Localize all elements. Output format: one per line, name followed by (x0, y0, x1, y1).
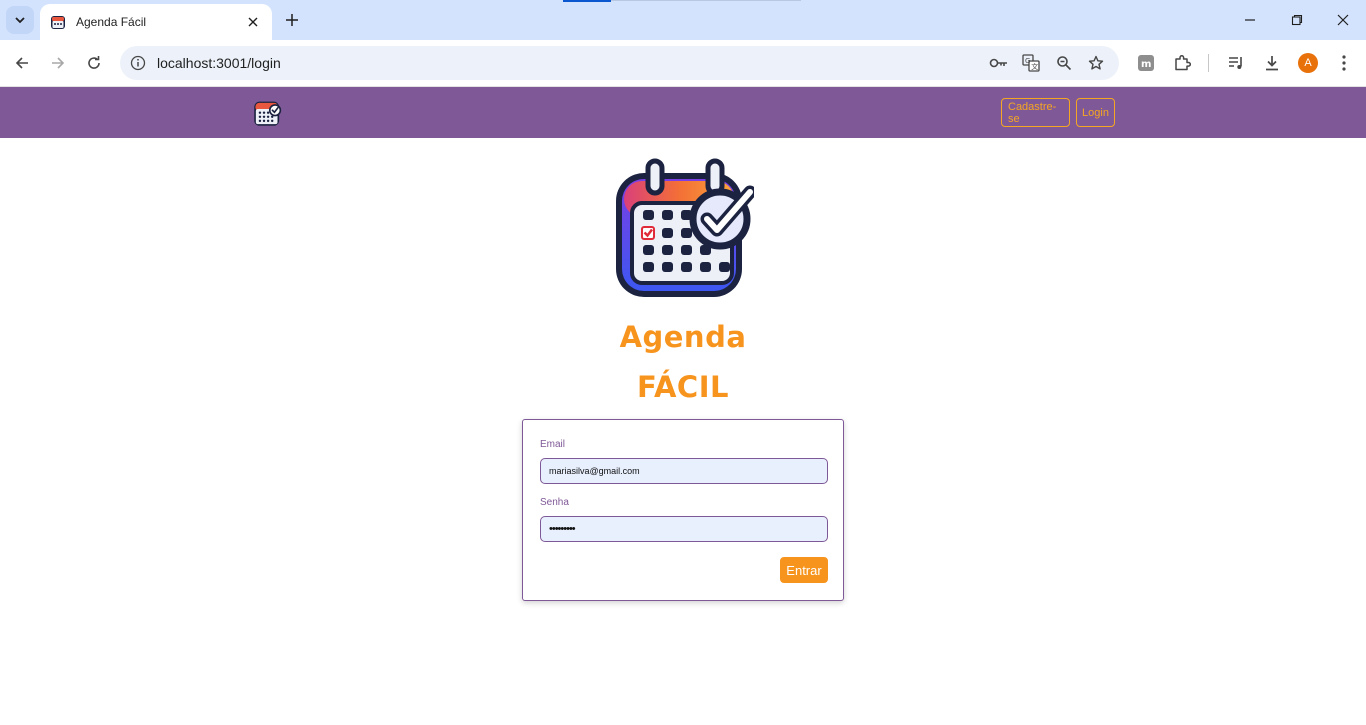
signup-link[interactable]: Cadastre-se (1001, 98, 1070, 127)
close-icon[interactable] (244, 13, 262, 31)
back-icon[interactable] (10, 51, 34, 75)
login-card: Email mariasilva@gmail.com Senha •••••••… (522, 419, 844, 601)
email-label: Email (540, 439, 566, 450)
site-info-icon[interactable] (128, 53, 148, 73)
app-navbar: Cadastre-se Login (0, 87, 1366, 138)
calendar-logo-icon[interactable] (253, 98, 282, 127)
tab-search-button[interactable] (6, 6, 34, 34)
bookmark-star-icon[interactable] (1086, 53, 1106, 73)
chevron-down-icon (15, 17, 25, 24)
tab-strip-line (611, 0, 801, 1)
calendar-check-logo (616, 158, 754, 297)
tab-title: Agenda Fácil (76, 15, 147, 29)
brand-title: Agenda FÁCIL (583, 312, 783, 412)
brand-title-line-1: Agenda (619, 320, 747, 354)
password-field[interactable]: ••••••••• (540, 516, 828, 542)
profile-avatar[interactable]: A (1298, 53, 1318, 73)
browser-toolbar: localhost:3001/login G文 m A (0, 40, 1366, 87)
brand-title-line-2: FÁCIL (637, 370, 729, 404)
toolbar-separator (1208, 54, 1209, 72)
tab-strip-indicator (563, 0, 611, 2)
restore-icon[interactable] (1285, 8, 1309, 32)
calendar-favicon-icon (51, 16, 65, 29)
zoom-icon[interactable] (1054, 53, 1074, 73)
browser-tab[interactable]: Agenda Fácil (40, 4, 272, 40)
extensions-puzzle-icon[interactable] (1171, 52, 1193, 74)
reload-icon[interactable] (82, 51, 106, 75)
login-link[interactable]: Login (1076, 98, 1115, 127)
translate-icon[interactable]: G文 (1021, 53, 1041, 73)
address-bar[interactable]: localhost:3001/login G文 (120, 46, 1119, 80)
url-text: localhost:3001/login (157, 55, 281, 71)
window-close-icon[interactable] (1331, 8, 1355, 32)
minimize-icon[interactable] (1238, 8, 1262, 32)
extension-m-icon[interactable]: m (1135, 52, 1157, 74)
new-tab-icon[interactable] (282, 10, 302, 30)
svg-text:G: G (1025, 57, 1030, 65)
browser-tab-strip: Agenda Fácil (0, 0, 1366, 40)
download-icon[interactable] (1261, 52, 1283, 74)
password-key-icon[interactable] (989, 53, 1009, 73)
forward-icon[interactable] (46, 51, 70, 75)
password-label: Senha (540, 497, 569, 508)
svg-text:文: 文 (1031, 62, 1038, 71)
media-queue-icon[interactable] (1225, 52, 1247, 74)
menu-kebab-icon[interactable] (1333, 52, 1355, 74)
email-field[interactable]: mariasilva@gmail.com (540, 458, 828, 484)
submit-button[interactable]: Entrar (780, 557, 828, 583)
svg-text:m: m (1141, 59, 1151, 70)
